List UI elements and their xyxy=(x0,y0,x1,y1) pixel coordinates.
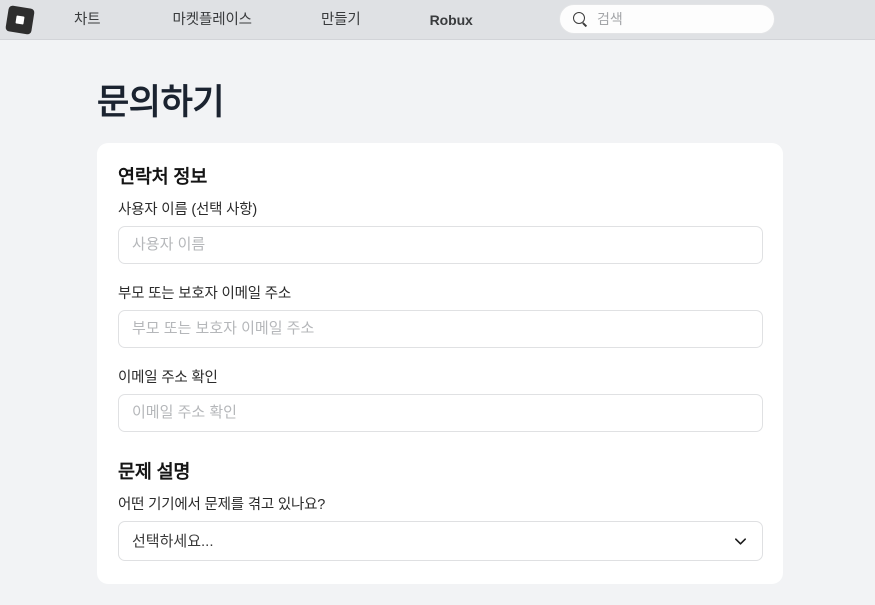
contact-info-heading: 연락처 정보 xyxy=(118,165,208,187)
page-title: 문의하기 xyxy=(97,83,225,122)
device-select-value: 선택하세요... xyxy=(132,533,214,550)
confirm-email-label: 이메일 주소 확인 xyxy=(118,369,218,386)
main-navigation: 차트 마켓플레이스 만들기 Robux xyxy=(40,0,473,40)
page-body: 문의하기 연락처 정보 사용자 이름 (선택 사항) 부모 또는 보호자 이메일… xyxy=(0,40,875,604)
confirm-email-input[interactable] xyxy=(118,393,763,432)
contact-form-card: 연락처 정보 사용자 이름 (선택 사항) 부모 또는 보호자 이메일 주소 이… xyxy=(97,142,783,584)
device-select-wrapper: 선택하세요... xyxy=(118,520,763,561)
nav-item-marketplace[interactable]: 마켓플레이스 xyxy=(172,0,252,40)
device-select[interactable]: 선택하세요... xyxy=(118,520,763,561)
nav-item-create[interactable]: 만들기 xyxy=(321,0,361,40)
parent-email-label: 부모 또는 보호자 이메일 주소 xyxy=(118,285,291,302)
problem-description-heading: 문제 설명 xyxy=(118,460,191,482)
roblox-logo-icon xyxy=(5,4,35,35)
search-box[interactable]: 검색 xyxy=(559,4,775,34)
nav-item-charts[interactable]: 차트 xyxy=(74,0,101,40)
roblox-home-link[interactable] xyxy=(0,0,40,40)
search-icon xyxy=(573,11,588,27)
device-question-label: 어떤 기기에서 문제를 겪고 있나요? xyxy=(118,496,326,513)
chevron-down-icon[interactable] xyxy=(733,534,748,549)
nav-item-robux[interactable]: Robux xyxy=(430,0,473,40)
username-label: 사용자 이름 (선택 사항) xyxy=(118,201,258,218)
search-input[interactable]: 검색 xyxy=(597,9,623,29)
username-input[interactable] xyxy=(118,225,763,264)
parent-email-input[interactable] xyxy=(118,309,763,348)
site-header: 차트 마켓플레이스 만들기 Robux 검색 xyxy=(0,0,875,40)
